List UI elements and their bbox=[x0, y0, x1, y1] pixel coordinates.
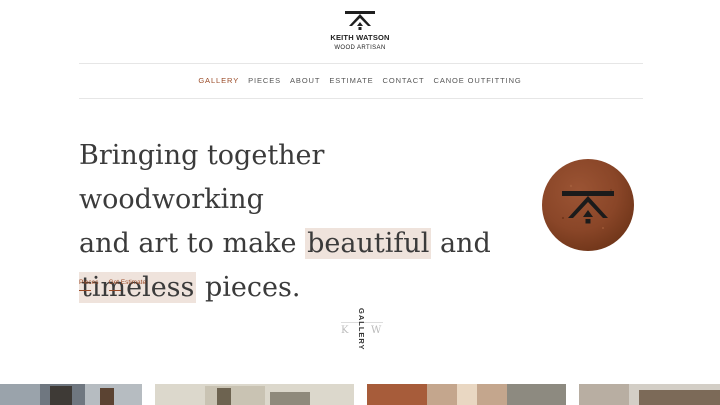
hero-links: Pieces Get Estimate bbox=[79, 279, 146, 291]
hero-highlight-beautiful: beautiful bbox=[305, 228, 432, 259]
nav-divider-bottom bbox=[79, 98, 643, 99]
nav-item-estimate[interactable]: ESTIMATE bbox=[329, 76, 373, 88]
nav-item-about[interactable]: ABOUT bbox=[290, 76, 320, 88]
nav-item-gallery[interactable]: GALLERY bbox=[198, 76, 239, 88]
gallery-thumb-3[interactable] bbox=[367, 384, 566, 405]
kw-logo-icon[interactable] bbox=[344, 8, 376, 32]
nav-item-pieces[interactable]: PIECES bbox=[248, 76, 281, 88]
nav-item-canoe-outfitting[interactable]: CANOE OUTFITTING bbox=[434, 76, 522, 88]
brand-subtitle: WOOD ARTISAN bbox=[334, 45, 386, 51]
main-nav: GALLERY PIECES ABOUT ESTIMATE CONTACT CA… bbox=[0, 76, 720, 88]
gallery-thumb-2[interactable] bbox=[155, 384, 354, 405]
gallery-initial-k: K bbox=[341, 325, 349, 336]
hero-line-2-pre: and art to make bbox=[79, 228, 306, 259]
gallery-initial-w: W bbox=[371, 325, 382, 336]
gallery-thumb-4[interactable] bbox=[579, 384, 720, 405]
get-estimate-link[interactable]: Get Estimate bbox=[108, 279, 146, 291]
gallery-thumb-1[interactable] bbox=[0, 384, 142, 405]
hero-line-3-post: pieces. bbox=[196, 272, 301, 303]
hero-line-2-post: and bbox=[431, 228, 491, 259]
gallery-section-label: GALLERY bbox=[357, 308, 366, 351]
site-header: KEITH WATSON WOOD ARTISAN bbox=[0, 0, 720, 64]
hero-line-1: Bringing together woodworking bbox=[79, 140, 325, 215]
brand-name: KEITH WATSON bbox=[330, 33, 390, 42]
kw-badge-icon bbox=[542, 159, 634, 251]
nav-item-contact[interactable]: CONTACT bbox=[383, 76, 425, 88]
pieces-link[interactable]: Pieces bbox=[79, 279, 99, 291]
header-divider-top bbox=[79, 63, 643, 64]
